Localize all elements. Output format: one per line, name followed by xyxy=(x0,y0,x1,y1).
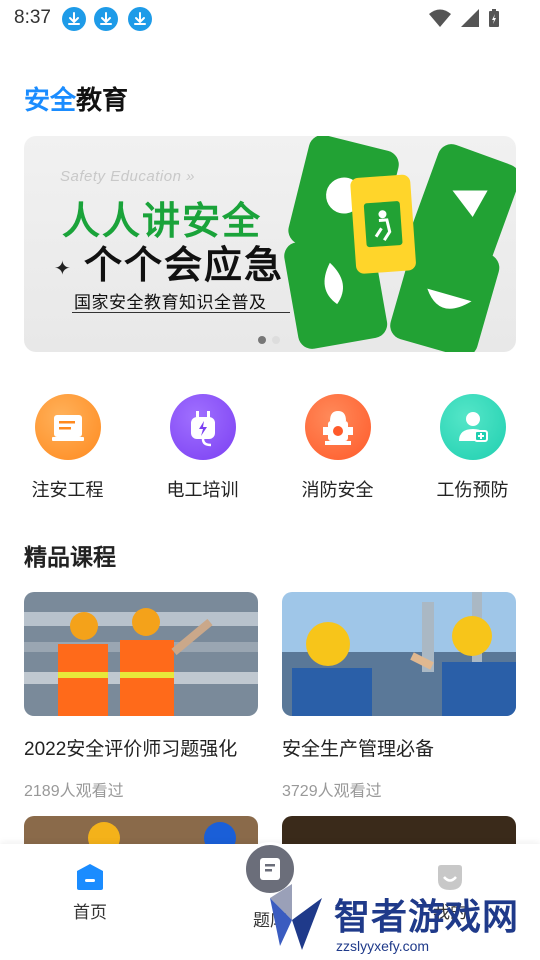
course-thumbnail-partial[interactable] xyxy=(282,816,516,846)
brand-title: 安全教育 xyxy=(24,80,128,117)
pager-dot-active xyxy=(258,336,266,344)
course-thumbnail-partial[interactable] xyxy=(24,816,258,846)
watermark-text: 智者游戏网 xyxy=(334,896,520,937)
brand-accent: 安全 xyxy=(24,85,77,115)
category-item-xiaofang[interactable]: 消防安全 xyxy=(270,394,405,502)
download-icon xyxy=(128,7,152,31)
watermark-sub: zzslyyxefy.com xyxy=(336,938,430,954)
battery-icon xyxy=(489,9,499,27)
category-label: 电工培训 xyxy=(166,480,239,500)
category-item-zhuan[interactable]: 注安工程 xyxy=(0,394,135,502)
section-title: 精品课程 xyxy=(24,544,116,570)
banner-underline xyxy=(72,312,290,313)
watermark-logo-icon xyxy=(270,884,322,950)
watermark: 智者游戏网 zzslyyxefy.com xyxy=(262,880,540,960)
nav-home[interactable]: 首页 xyxy=(0,862,180,923)
course-views: 3729人观看过 xyxy=(282,783,382,800)
injured-person-icon xyxy=(439,394,506,460)
home-icon xyxy=(77,864,103,890)
status-time: 8:37 xyxy=(14,7,51,28)
promo-banner[interactable]: Safety Education » 人人讲安全 个个会应急 ✦ 国家安全教育知… xyxy=(24,136,516,352)
course-title: 2022安全评价师习题强化 xyxy=(24,739,238,760)
course-title: 安全生产管理必备 xyxy=(282,739,435,760)
course-card[interactable]: 安全生产管理必备 3729人观看过 xyxy=(282,592,516,801)
category-label: 消防安全 xyxy=(301,480,374,500)
banner-subtitle: Safety Education » xyxy=(60,168,195,185)
category-item-diangong[interactable]: 电工培训 xyxy=(135,394,270,502)
document-icon xyxy=(34,394,101,460)
course-thumbnail xyxy=(24,592,258,716)
fire-hydrant-icon xyxy=(304,394,371,460)
category-grid: 注安工程 电工培训 消防安全 工伤预防 xyxy=(0,394,540,502)
category-label: 注安工程 xyxy=(31,480,104,500)
signal-icon xyxy=(461,9,479,27)
plug-icon xyxy=(169,394,236,460)
pager-dot xyxy=(272,336,280,344)
banner-pager xyxy=(258,336,280,344)
category-item-gongshang[interactable]: 工伤预防 xyxy=(405,394,540,502)
wifi-icon xyxy=(429,9,451,27)
course-thumbnail xyxy=(282,592,516,716)
nav-label: 首页 xyxy=(73,903,107,922)
sparkle-icon: ✦ xyxy=(54,258,71,280)
banner-line2: 个个会应急 xyxy=(84,245,285,287)
download-icon xyxy=(62,7,86,31)
course-card[interactable]: 2022安全评价师习题强化 2189人观看过 xyxy=(24,592,258,801)
category-label: 工伤预防 xyxy=(436,480,509,500)
brand-rest: 教育 xyxy=(76,85,129,115)
course-views: 2189人观看过 xyxy=(24,783,124,800)
download-icon xyxy=(94,7,118,31)
banner-line3: 国家安全教育知识全普及 xyxy=(74,293,267,312)
status-bar: 8:37 xyxy=(0,0,540,38)
safety-signs-illustration xyxy=(284,136,516,352)
